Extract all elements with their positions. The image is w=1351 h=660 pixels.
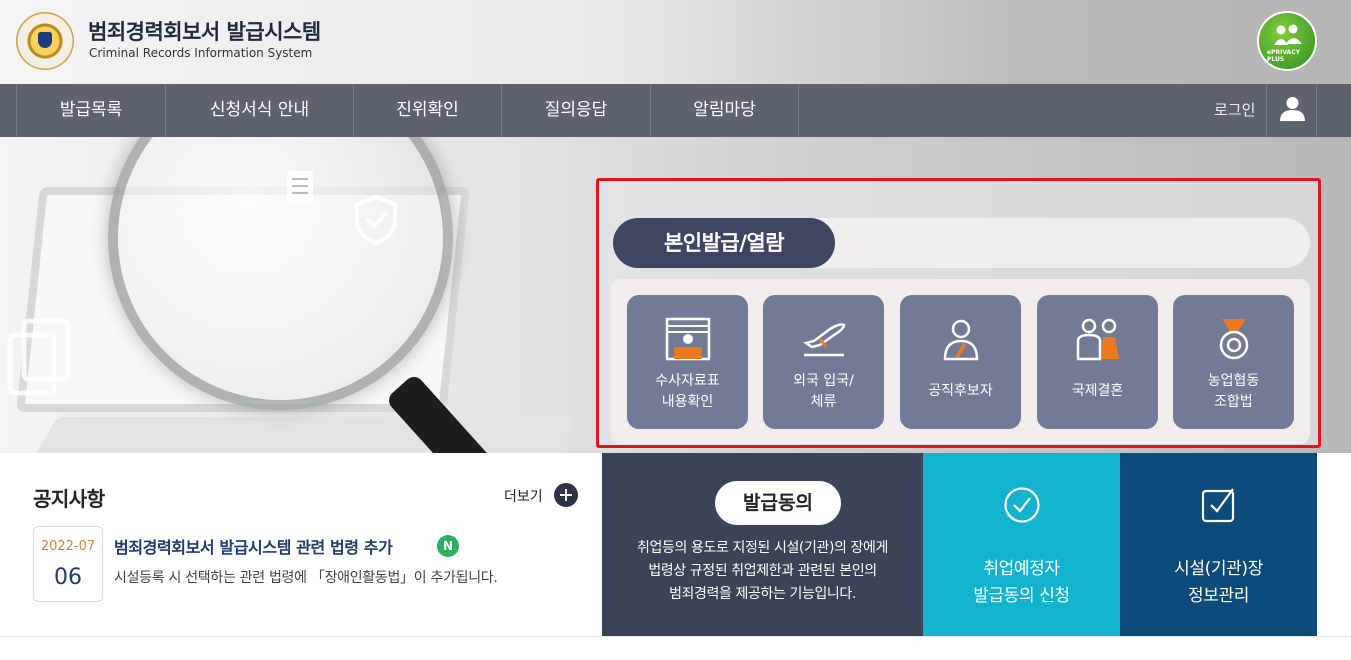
notice-date-box: 2022-07 06: [33, 526, 103, 602]
documents-icon: [7, 318, 71, 396]
facility-info-label: 시설(기관)장 정보관리: [1120, 556, 1317, 610]
login-link[interactable]: 로그인: [1214, 84, 1255, 137]
circle-check-icon: [1004, 487, 1040, 523]
tile-label-line: 발급동의 신청: [973, 586, 1070, 606]
eprivacy-badge-label: ePRIVACY PLUS: [1267, 49, 1300, 63]
consent-desc-line: 범죄경력을 제공하는 기능입니다.: [669, 586, 856, 602]
consent-title-badge: 발급동의: [715, 481, 841, 525]
issue-card-label-line1: 수사자료표: [655, 373, 720, 389]
notice-date-month: 2022-07: [40, 539, 96, 554]
site-title[interactable]: 범죄경력회보서 발급시스템: [88, 16, 321, 46]
site-header: 범죄경력회보서 발급시스템 Criminal Records Informati…: [0, 0, 1351, 84]
consent-desc-line: 취업등의 용도로 지정된 시설(기관)의 장에게: [637, 540, 888, 556]
document-icon: [287, 171, 313, 205]
tile-label-line: 정보관리: [1188, 586, 1249, 606]
issue-consent-panel: 발급동의 취업등의 용도로 지정된 시설(기관)의 장에게 법령상 규정된 취업…: [602, 453, 923, 636]
issue-card-international-marriage[interactable]: 국제결혼: [1037, 295, 1158, 429]
id-card-icon: [665, 317, 711, 361]
issue-card-label: 공직후보자: [928, 383, 993, 399]
consent-description: 취업등의 용도로 지정된 시설(기관)의 장에게 법령상 규정된 취업제한과 관…: [602, 537, 923, 606]
nav-item-notice-board[interactable]: 알림마당: [651, 84, 799, 137]
nav-item-form-guide[interactable]: 신청서식 안내: [166, 84, 354, 137]
issue-card-label-line2: 내용확인: [661, 394, 714, 410]
tile-label-line: 시설(기관)장: [1174, 559, 1263, 579]
official-person-icon: [943, 319, 979, 361]
couple-icon: [1076, 318, 1119, 361]
footer-area: [0, 636, 1351, 660]
issue-card-investigation-record[interactable]: 수사자료표 내용확인: [627, 295, 748, 429]
nav-item-issue-list[interactable]: 발급목록: [16, 84, 166, 137]
checkbox-icon: [1201, 488, 1235, 523]
notice-item-summary[interactable]: 시설등록 시 선택하는 관련 법령에 「장애인활동법」이 추가됩니다.: [114, 567, 576, 587]
more-link[interactable]: 더보기: [504, 486, 543, 506]
police-emblem-logo[interactable]: [16, 12, 74, 70]
eprivacy-plus-badge-icon[interactable]: ePRIVACY PLUS: [1257, 11, 1317, 71]
facility-info-button[interactable]: 시설(기관)장 정보관리: [1120, 453, 1317, 636]
issue-card-label-line2: 체류: [810, 394, 837, 410]
shield-check-icon: [355, 194, 397, 246]
laptop-keyboard-illustration: [22, 417, 578, 453]
issue-card-agricultural-coop[interactable]: 농업협동 조합법: [1173, 295, 1294, 429]
login-button[interactable]: [1266, 84, 1317, 137]
notice-title: 공지사항: [33, 487, 105, 511]
issue-card-public-candidate[interactable]: 공직후보자: [900, 295, 1021, 429]
issue-card-label-line1: 농업협동: [1207, 373, 1260, 389]
issue-card-label-line2: 조합법: [1214, 394, 1253, 410]
notice-section: 공지사항 더보기 2022-07 06 범죄경력회보서 발급시스템 관련 법령 …: [0, 453, 602, 636]
nav-item-qna[interactable]: 질의응답: [502, 84, 651, 137]
applicant-consent-button[interactable]: 취업예정자 발급동의 신청: [923, 453, 1120, 636]
airplane-icon: [802, 323, 846, 357]
issue-card-label: 국제결혼: [1071, 383, 1124, 399]
consent-desc-line: 법령상 규정된 취업제한과 관련된 본인의: [648, 563, 877, 579]
issue-card-label-line1: 외국 입국/: [793, 373, 854, 389]
plus-icon[interactable]: [554, 483, 578, 507]
notice-item-title[interactable]: 범죄경력회보서 발급시스템 관련 법령 추가: [114, 534, 393, 558]
site-subtitle: Criminal Records Information System: [89, 46, 313, 60]
issue-card-panel: 수사자료표 내용확인 외국 입국/ 체류 공직후보자 국제결혼 농업협동 조합법: [611, 279, 1310, 444]
main-nav: 발급목록 신청서식 안내 진위확인 질의응답 알림마당 로그인: [0, 84, 1351, 137]
notice-date-day: 06: [54, 565, 82, 590]
nav-item-authenticity-check[interactable]: 진위확인: [354, 84, 502, 137]
medal-icon: [1219, 319, 1249, 360]
user-icon: [1280, 97, 1305, 121]
new-badge: N: [437, 535, 459, 557]
issue-card-foreign-entry[interactable]: 외국 입국/ 체류: [763, 295, 884, 429]
self-issue-section: 본인발급/열람 수사자료표 내용확인 외국 입국/ 체류 공직후보자 국제결혼 …: [596, 178, 1321, 448]
issue-section-title: 본인발급/열람: [613, 218, 835, 268]
applicant-consent-label: 취업예정자 발급동의 신청: [923, 556, 1120, 610]
tile-label-line: 취업예정자: [983, 559, 1060, 579]
